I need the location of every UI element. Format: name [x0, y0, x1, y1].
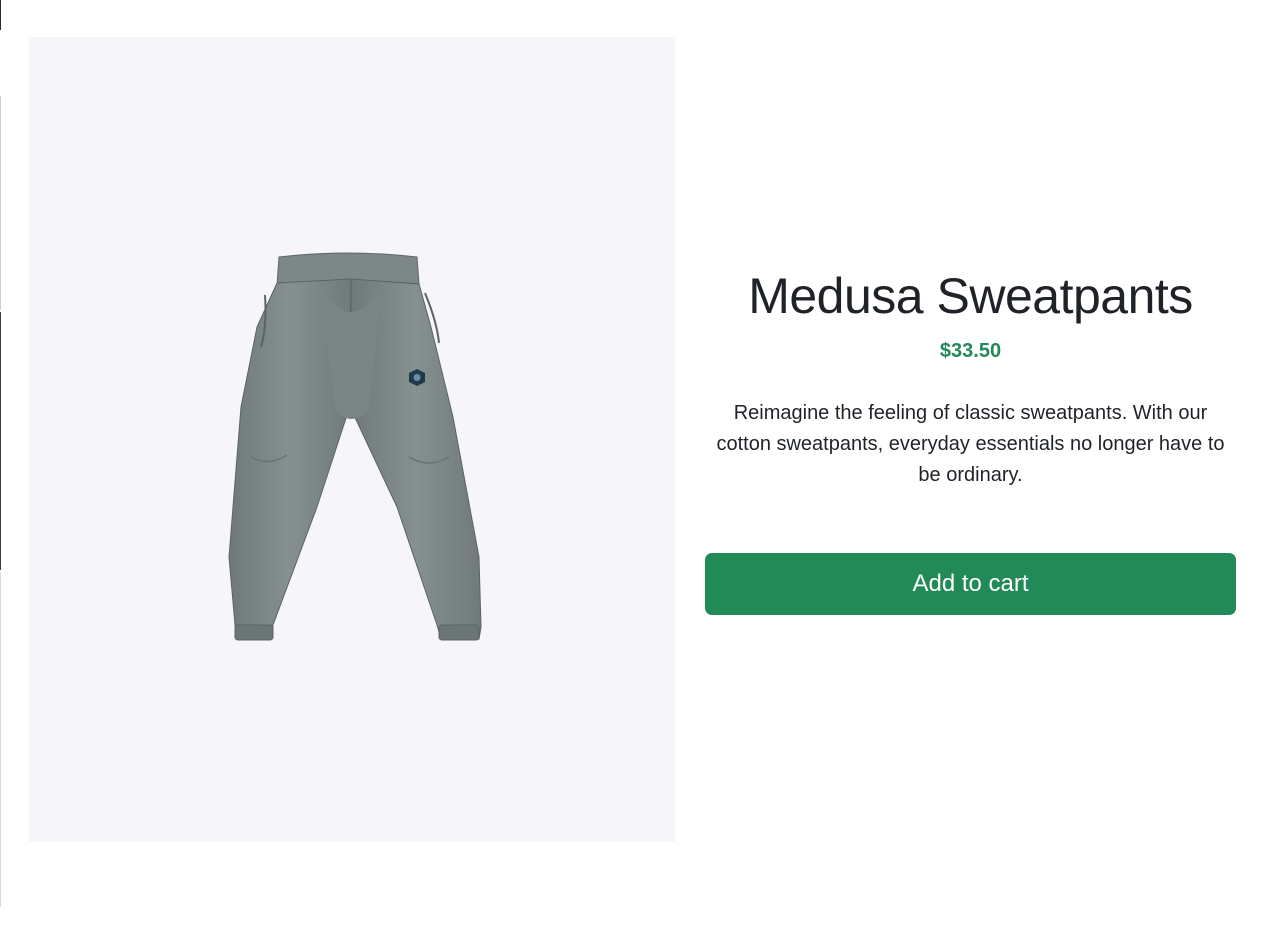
product-price: $33.50	[939, 340, 1002, 362]
product-page: Medusa Sweatpants $33.50 Reimagine the f…	[0, 0, 1280, 929]
window-edge-line	[0, 0, 1, 30]
window-edge-line	[0, 96, 1, 310]
product-image-panel	[29, 37, 675, 842]
product-title: Medusa Sweatpants	[748, 268, 1193, 324]
window-edge-line	[0, 312, 1, 570]
sweatpants-product-image	[228, 252, 482, 641]
window-edge-line	[0, 572, 1, 907]
product-info: Medusa Sweatpants $33.50 Reimagine the f…	[705, 266, 1236, 615]
product-description: Reimagine the feeling of classic sweatpa…	[716, 402, 1225, 486]
add-to-cart-button[interactable]: Add to cart	[705, 553, 1236, 615]
